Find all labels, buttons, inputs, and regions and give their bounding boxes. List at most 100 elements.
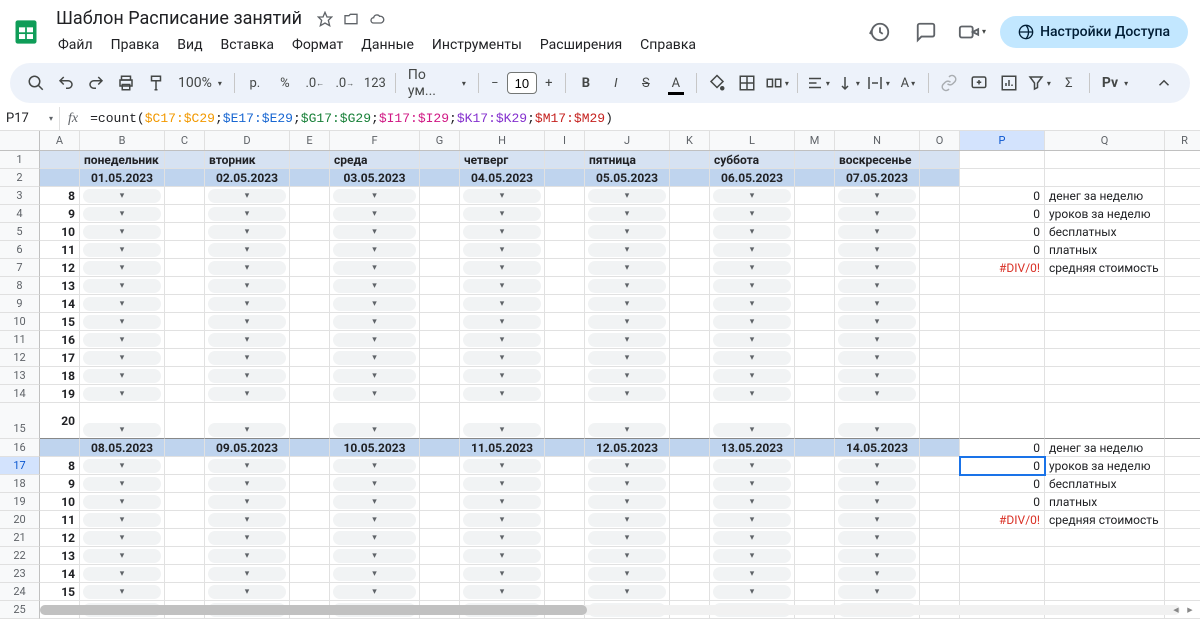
- dropdown-cell[interactable]: [460, 241, 545, 259]
- functions-icon[interactable]: Σ: [1055, 69, 1083, 97]
- dropdown-cell[interactable]: [710, 277, 795, 295]
- dropdown-cell[interactable]: [460, 475, 545, 493]
- hour-label[interactable]: 11: [40, 511, 80, 529]
- dropdown-cell[interactable]: [205, 583, 290, 601]
- dropdown-cell[interactable]: [330, 349, 420, 367]
- dropdown-cell[interactable]: [80, 349, 165, 367]
- dropdown-cell[interactable]: [835, 223, 920, 241]
- hour-label[interactable]: 18: [40, 367, 80, 385]
- menu-file[interactable]: Файл: [50, 33, 101, 57]
- dropdown-cell[interactable]: [585, 241, 670, 259]
- dropdown-cell[interactable]: [205, 511, 290, 529]
- date-header[interactable]: 10.05.2023: [330, 439, 420, 457]
- paint-format-icon[interactable]: [142, 69, 170, 97]
- dropdown-cell[interactable]: [205, 187, 290, 205]
- dropdown-cell[interactable]: [835, 529, 920, 547]
- font-select[interactable]: По ум...▾: [402, 67, 472, 99]
- dropdown-cell[interactable]: [80, 205, 165, 223]
- dropdown-cell[interactable]: [460, 547, 545, 565]
- hour-label[interactable]: 15: [40, 583, 80, 601]
- col-header-L[interactable]: L: [710, 131, 795, 150]
- row-header-1[interactable]: 1: [0, 151, 40, 169]
- menu-extensions[interactable]: Расширения: [532, 33, 630, 57]
- dropdown-cell[interactable]: [710, 259, 795, 277]
- col-header-K[interactable]: K: [670, 131, 710, 150]
- hour-label[interactable]: 10: [40, 493, 80, 511]
- day-header[interactable]: воскресенье: [835, 151, 920, 169]
- dropdown-cell[interactable]: [205, 547, 290, 565]
- row-header-17[interactable]: 17: [0, 457, 40, 475]
- dropdown-cell[interactable]: [835, 475, 920, 493]
- horizontal-scrollbar[interactable]: [40, 605, 1180, 615]
- col-header-D[interactable]: D: [205, 131, 290, 150]
- dropdown-cell[interactable]: [460, 259, 545, 277]
- fill-color-button[interactable]: [703, 69, 731, 97]
- dropdown-cell[interactable]: [460, 331, 545, 349]
- dropdown-cell[interactable]: [205, 367, 290, 385]
- dropdown-cell[interactable]: [80, 223, 165, 241]
- dropdown-cell[interactable]: [835, 277, 920, 295]
- dropdown-cell[interactable]: [835, 547, 920, 565]
- dropdown-cell[interactable]: [710, 403, 795, 439]
- row-header-9[interactable]: 9: [0, 295, 40, 313]
- inc-decimal-icon[interactable]: .0→: [331, 69, 359, 97]
- dropdown-cell[interactable]: [80, 475, 165, 493]
- dropdown-cell[interactable]: [835, 385, 920, 403]
- col-header-E[interactable]: E: [290, 131, 330, 150]
- dropdown-cell[interactable]: [330, 223, 420, 241]
- dropdown-cell[interactable]: [585, 457, 670, 475]
- dropdown-cell[interactable]: [80, 259, 165, 277]
- dropdown-cell[interactable]: [80, 547, 165, 565]
- col-header-I[interactable]: I: [545, 131, 585, 150]
- row-header-13[interactable]: 13: [0, 367, 40, 385]
- col-header-O[interactable]: O: [920, 131, 960, 150]
- dropdown-cell[interactable]: [710, 241, 795, 259]
- select-all-corner[interactable]: [0, 131, 40, 150]
- menu-insert[interactable]: Вставка: [213, 33, 282, 57]
- col-header-C[interactable]: C: [165, 131, 205, 150]
- dropdown-cell[interactable]: [80, 583, 165, 601]
- dropdown-cell[interactable]: [205, 313, 290, 331]
- dropdown-cell[interactable]: [835, 565, 920, 583]
- comment-icon[interactable]: [908, 14, 944, 50]
- dropdown-cell[interactable]: [330, 529, 420, 547]
- dropdown-cell[interactable]: [205, 223, 290, 241]
- hour-label[interactable]: 17: [40, 349, 80, 367]
- dropdown-cell[interactable]: [205, 529, 290, 547]
- redo-icon[interactable]: [82, 69, 110, 97]
- font-size-plus[interactable]: +: [539, 73, 559, 93]
- dropdown-cell[interactable]: [330, 205, 420, 223]
- dropdown-cell[interactable]: [80, 187, 165, 205]
- dropdown-cell[interactable]: [460, 493, 545, 511]
- hour-label[interactable]: 19: [40, 385, 80, 403]
- row-header-10[interactable]: 10: [0, 313, 40, 331]
- date-header[interactable]: 11.05.2023: [460, 439, 545, 457]
- dropdown-cell[interactable]: [835, 205, 920, 223]
- day-header[interactable]: понедельник: [80, 151, 165, 169]
- dropdown-cell[interactable]: [460, 457, 545, 475]
- dropdown-cell[interactable]: [835, 349, 920, 367]
- dropdown-cell[interactable]: [205, 277, 290, 295]
- dropdown-cell[interactable]: [585, 205, 670, 223]
- menu-data[interactable]: Данные: [353, 33, 422, 57]
- dropdown-cell[interactable]: [835, 331, 920, 349]
- doc-title[interactable]: Шаблон Расписание занятий: [50, 6, 308, 31]
- dropdown-cell[interactable]: [205, 493, 290, 511]
- dropdown-cell[interactable]: [460, 403, 545, 439]
- dropdown-cell[interactable]: [80, 511, 165, 529]
- col-header-P[interactable]: P: [960, 131, 1045, 150]
- print-icon[interactable]: [112, 69, 140, 97]
- dropdown-cell[interactable]: [330, 403, 420, 439]
- row-header-19[interactable]: 19: [0, 493, 40, 511]
- dropdown-cell[interactable]: [330, 187, 420, 205]
- name-box[interactable]: P17▾: [0, 107, 60, 130]
- dropdown-cell[interactable]: [460, 529, 545, 547]
- dropdown-cell[interactable]: [710, 367, 795, 385]
- merge-button[interactable]: ▾: [763, 69, 791, 97]
- dropdown-cell[interactable]: [460, 295, 545, 313]
- font-size-minus[interactable]: −: [485, 73, 505, 93]
- dropdown-cell[interactable]: [205, 565, 290, 583]
- dropdown-cell[interactable]: [80, 367, 165, 385]
- formula-input[interactable]: =count($C17:$C29;$E17:$E29;$G17:$G29;$I1…: [86, 109, 1200, 128]
- dropdown-cell[interactable]: [80, 331, 165, 349]
